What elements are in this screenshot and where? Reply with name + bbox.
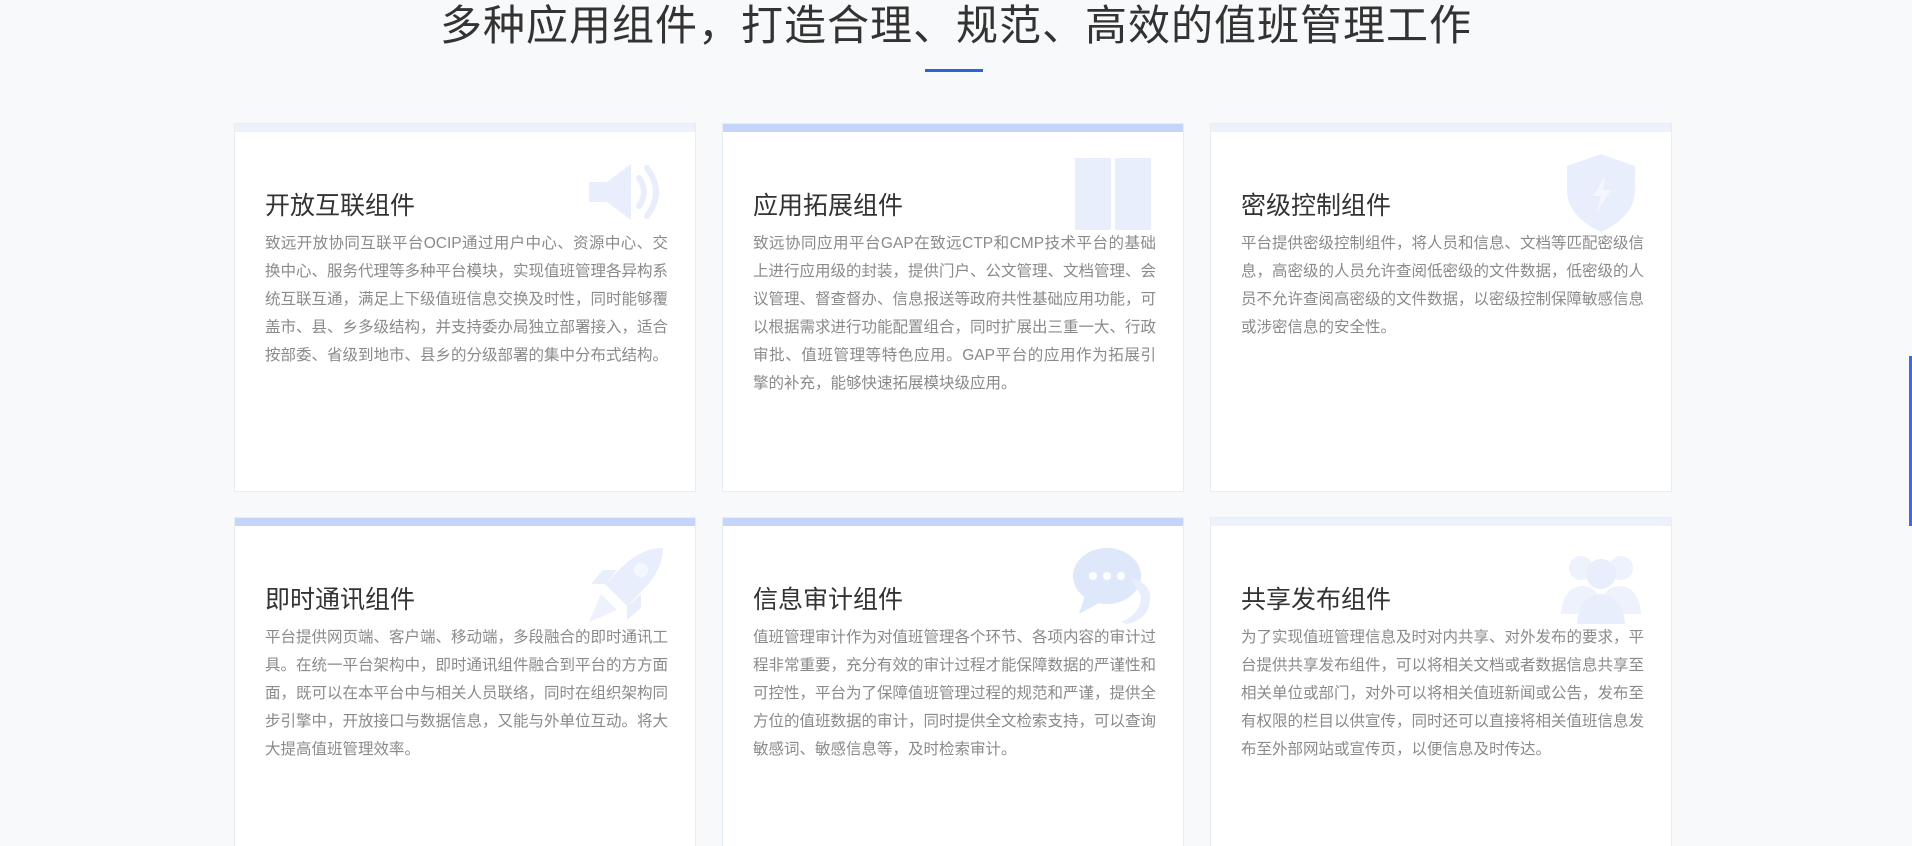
card-topbar <box>235 518 695 526</box>
card-title: 应用拓展组件 <box>753 192 904 220</box>
chat-icon <box>1071 544 1155 628</box>
card-description: 致远开放协同互联平台OCIP通过用户中心、资源中心、交换中心、服务代理等多种平台… <box>265 235 669 364</box>
card-description: 值班管理审计作为对值班管理各个环节、各项内容的审计过程非常重要，充分有效的审计过… <box>753 629 1157 758</box>
card-title: 密级控制组件 <box>1241 192 1392 220</box>
shield-icon <box>1559 150 1643 234</box>
card-description: 平台提供密级控制组件，将人员和信息、文档等匹配密级信息，高密级的人员允许查阅低密… <box>1241 235 1645 336</box>
card-topbar <box>1211 124 1671 132</box>
users-icon <box>1559 544 1643 628</box>
rocket-icon <box>583 544 667 628</box>
speaker-icon <box>583 150 667 234</box>
page: 多种应用组件，打造合理、规范、高效的值班管理工作 开放互联组件 致远开放协同互联… <box>0 0 1912 846</box>
card-info-audit[interactable]: 信息审计组件 值班管理审计作为对值班管理各个环节、各项内容的审计过程非常重要，充… <box>722 517 1184 846</box>
card-topbar <box>1211 518 1671 526</box>
card-app-extension[interactable]: 应用拓展组件 致远协同应用平台GAP在致远CTP和CMP技术平台的基础上进行应用… <box>722 123 1184 492</box>
card-description: 为了实现值班管理信息及时对内共享、对外发布的要求，平台提供共享发布组件，可以将相… <box>1241 629 1645 758</box>
card-title: 共享发布组件 <box>1241 586 1392 614</box>
card-topbar <box>723 124 1183 132</box>
card-title: 信息审计组件 <box>753 586 904 614</box>
card-share-publish[interactable]: 共享发布组件 为了实现值班管理信息及时对内共享、对外发布的要求，平台提供共享发布… <box>1210 517 1672 846</box>
book-icon <box>1071 150 1155 234</box>
card-security-level[interactable]: 密级控制组件 平台提供密级控制组件，将人员和信息、文档等匹配密级信息，高密级的人… <box>1210 123 1672 492</box>
card-title: 即时通讯组件 <box>265 586 416 614</box>
card-title: 开放互联组件 <box>265 192 416 220</box>
card-instant-messaging[interactable]: 即时通讯组件 平台提供网页端、客户端、移动端，多段融合的即时通讯工具。在统一平台… <box>234 517 696 846</box>
card-open-interconnect[interactable]: 开放互联组件 致远开放协同互联平台OCIP通过用户中心、资源中心、交换中心、服务… <box>234 123 696 492</box>
card-description: 平台提供网页端、客户端、移动端，多段融合的即时通讯工具。在统一平台架构中，即时通… <box>265 629 669 758</box>
section-title: 多种应用组件，打造合理、规范、高效的值班管理工作 <box>439 2 1472 49</box>
card-topbar <box>723 518 1183 526</box>
title-underline <box>925 69 983 72</box>
card-description: 致远协同应用平台GAP在致远CTP和CMP技术平台的基础上进行应用级的封装，提供… <box>753 235 1157 392</box>
card-topbar <box>235 124 695 132</box>
